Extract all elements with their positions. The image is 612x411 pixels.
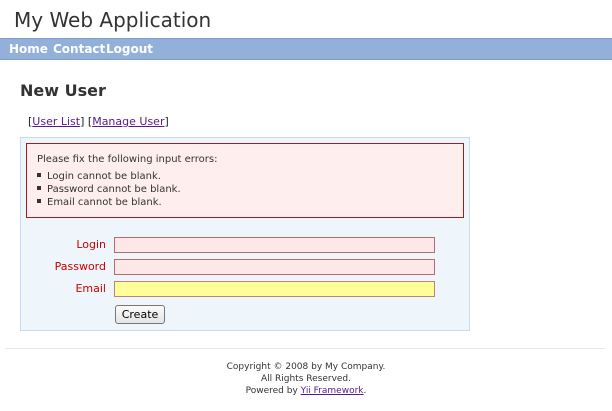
login-field[interactable]	[114, 237, 435, 253]
main-menu: Home Contact Logout	[0, 38, 612, 60]
bullet-icon	[37, 173, 41, 177]
app-title: My Web Application	[14, 8, 212, 32]
login-label: Login	[76, 238, 106, 251]
error-text: Login cannot be blank.	[47, 171, 161, 182]
nav-item-logout[interactable]: Logout	[106, 42, 153, 56]
page-title: New User	[20, 81, 106, 100]
bullet-icon	[37, 199, 41, 203]
powered-prefix: Powered by	[245, 386, 301, 396]
email-label: Email	[75, 282, 106, 295]
powered-suffix: .	[363, 386, 367, 396]
error-item: Login cannot be blank.	[37, 170, 181, 183]
error-heading: Please fix the following input errors:	[37, 154, 218, 165]
password-field[interactable]	[114, 259, 435, 275]
password-label: Password	[54, 260, 106, 273]
manage-user-link[interactable]: Manage User	[92, 115, 164, 128]
footer: Copyright © 2008 by My Company. All Righ…	[0, 361, 612, 397]
bracket-close: ]	[80, 115, 85, 128]
error-summary: Please fix the following input errors: L…	[26, 143, 464, 218]
nav-item-contact[interactable]: Contact	[53, 42, 105, 56]
error-list: Login cannot be blank. Password cannot b…	[37, 170, 181, 209]
user-form: Please fix the following input errors: L…	[20, 137, 470, 331]
action-links: [User List] [Manage User]	[28, 115, 169, 128]
yii-framework-link[interactable]: Yii Framework	[301, 386, 364, 396]
create-button[interactable]: Create	[115, 305, 165, 324]
bullet-icon	[37, 186, 41, 190]
footer-divider	[5, 348, 605, 349]
error-text: Email cannot be blank.	[47, 197, 162, 208]
email-field[interactable]	[114, 281, 435, 297]
error-text: Password cannot be blank.	[47, 184, 181, 195]
bracket-close: ]	[164, 115, 169, 128]
nav-item-home[interactable]: Home	[9, 42, 48, 56]
footer-powered: Powered by Yii Framework.	[0, 385, 612, 397]
footer-rights: All Rights Reserved.	[260, 374, 352, 384]
error-item: Email cannot be blank.	[37, 196, 181, 209]
footer-copyright: Copyright © 2008 by My Company.	[226, 362, 386, 372]
user-list-link[interactable]: User List	[32, 115, 80, 128]
error-item: Password cannot be blank.	[37, 183, 181, 196]
